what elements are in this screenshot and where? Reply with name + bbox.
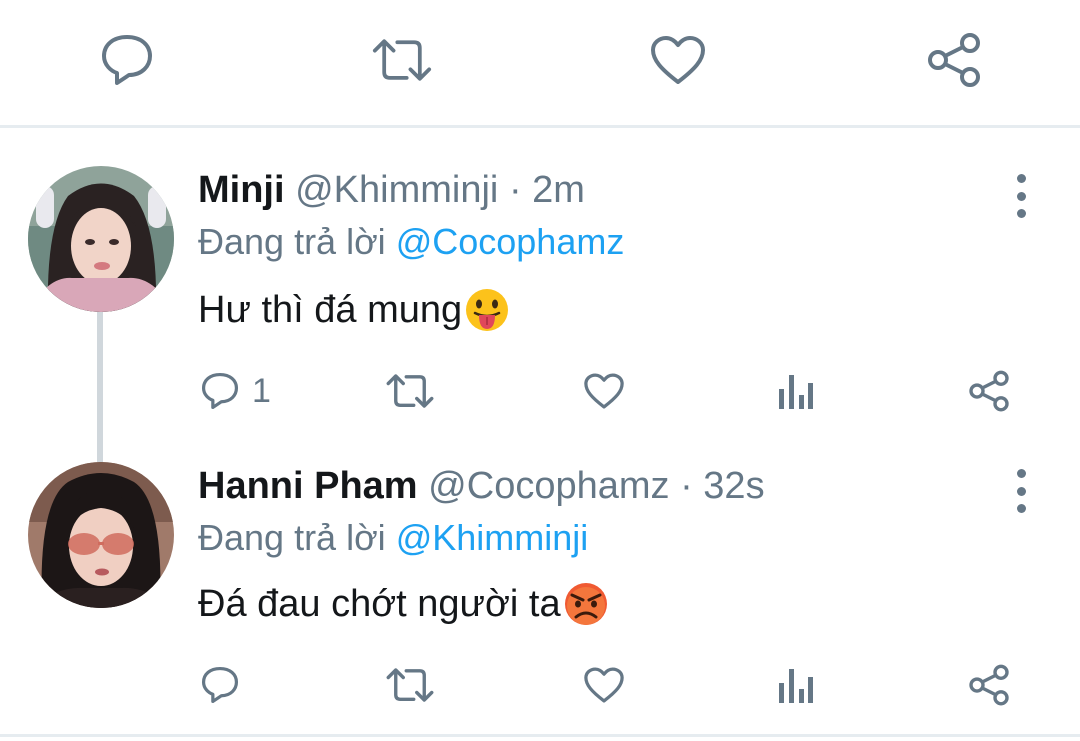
tweet-text: Hư thì đá mung: [198, 286, 510, 334]
face-with-tongue-emoji: [466, 289, 509, 331]
thread-connector: [97, 312, 103, 462]
display-name[interactable]: Minji: [198, 169, 285, 211]
display-name[interactable]: Hanni Pham: [198, 465, 418, 507]
avatar[interactable]: [28, 166, 174, 312]
reply-icon: [102, 35, 152, 85]
reply-icon: [201, 372, 239, 410]
replying-label: Đang trả lời: [198, 221, 386, 262]
retweet-button[interactable]: [386, 366, 434, 416]
more-options-button[interactable]: [1006, 174, 1036, 218]
like-button[interactable]: [648, 30, 708, 90]
retweet-icon: [372, 39, 432, 81]
share-icon: [928, 33, 980, 87]
like-button[interactable]: [583, 660, 625, 710]
reply-button[interactable]: [200, 660, 252, 710]
more-icon: [1016, 469, 1026, 478]
reply-button[interactable]: 1: [200, 366, 271, 416]
angry-face-emoji: [564, 583, 607, 625]
separator: ·: [680, 465, 693, 507]
more-options-button[interactable]: [1006, 469, 1036, 513]
mention-link[interactable]: @Cocophamz: [396, 221, 625, 262]
top-action-bar: [0, 0, 1080, 125]
tweet-body: Đá đau chớt người ta: [198, 583, 561, 625]
replying-to: Đang trả lời @Cocophamz: [198, 220, 624, 264]
analytics-button[interactable]: [778, 366, 814, 416]
analytics-icon: [779, 669, 813, 703]
reply-button[interactable]: [97, 30, 157, 90]
reply-icon: [201, 666, 239, 704]
analytics-button[interactable]: [778, 660, 814, 710]
share-icon: [969, 664, 1009, 706]
share-button[interactable]: [924, 30, 984, 90]
tweet-header: Hanni Pham @Cocophamz · 32s: [198, 464, 765, 508]
retweet-button[interactable]: [372, 30, 432, 90]
like-button[interactable]: [583, 366, 625, 416]
retweet-button[interactable]: [386, 660, 434, 710]
replying-label: Đang trả lời: [198, 517, 386, 558]
retweet-icon: [386, 668, 434, 702]
share-button[interactable]: [968, 660, 1010, 710]
like-icon: [651, 36, 705, 84]
divider: [0, 125, 1080, 128]
share-button[interactable]: [968, 366, 1010, 416]
like-icon: [584, 667, 624, 703]
reply-count: 1: [252, 371, 271, 410]
timestamp[interactable]: 32s: [703, 465, 764, 507]
tweet-header: Minji @Khimminji · 2m: [198, 168, 585, 212]
analytics-icon: [779, 375, 813, 409]
share-icon: [969, 370, 1009, 412]
separator: ·: [508, 169, 522, 211]
retweet-icon: [386, 374, 434, 408]
tweet-body: Hư thì đá mung: [198, 289, 463, 331]
replying-to: Đang trả lời @Khimminji: [198, 516, 588, 560]
like-icon: [584, 373, 624, 409]
tweet-text: Đá đau chớt người ta: [198, 580, 609, 628]
avatar[interactable]: [28, 462, 174, 608]
mention-link[interactable]: @Khimminji: [396, 517, 589, 558]
username[interactable]: @Cocophamz: [428, 465, 669, 507]
more-icon: [1016, 174, 1026, 183]
divider: [0, 734, 1080, 737]
timestamp[interactable]: 2m: [532, 169, 585, 211]
username[interactable]: @Khimminji: [295, 169, 498, 211]
